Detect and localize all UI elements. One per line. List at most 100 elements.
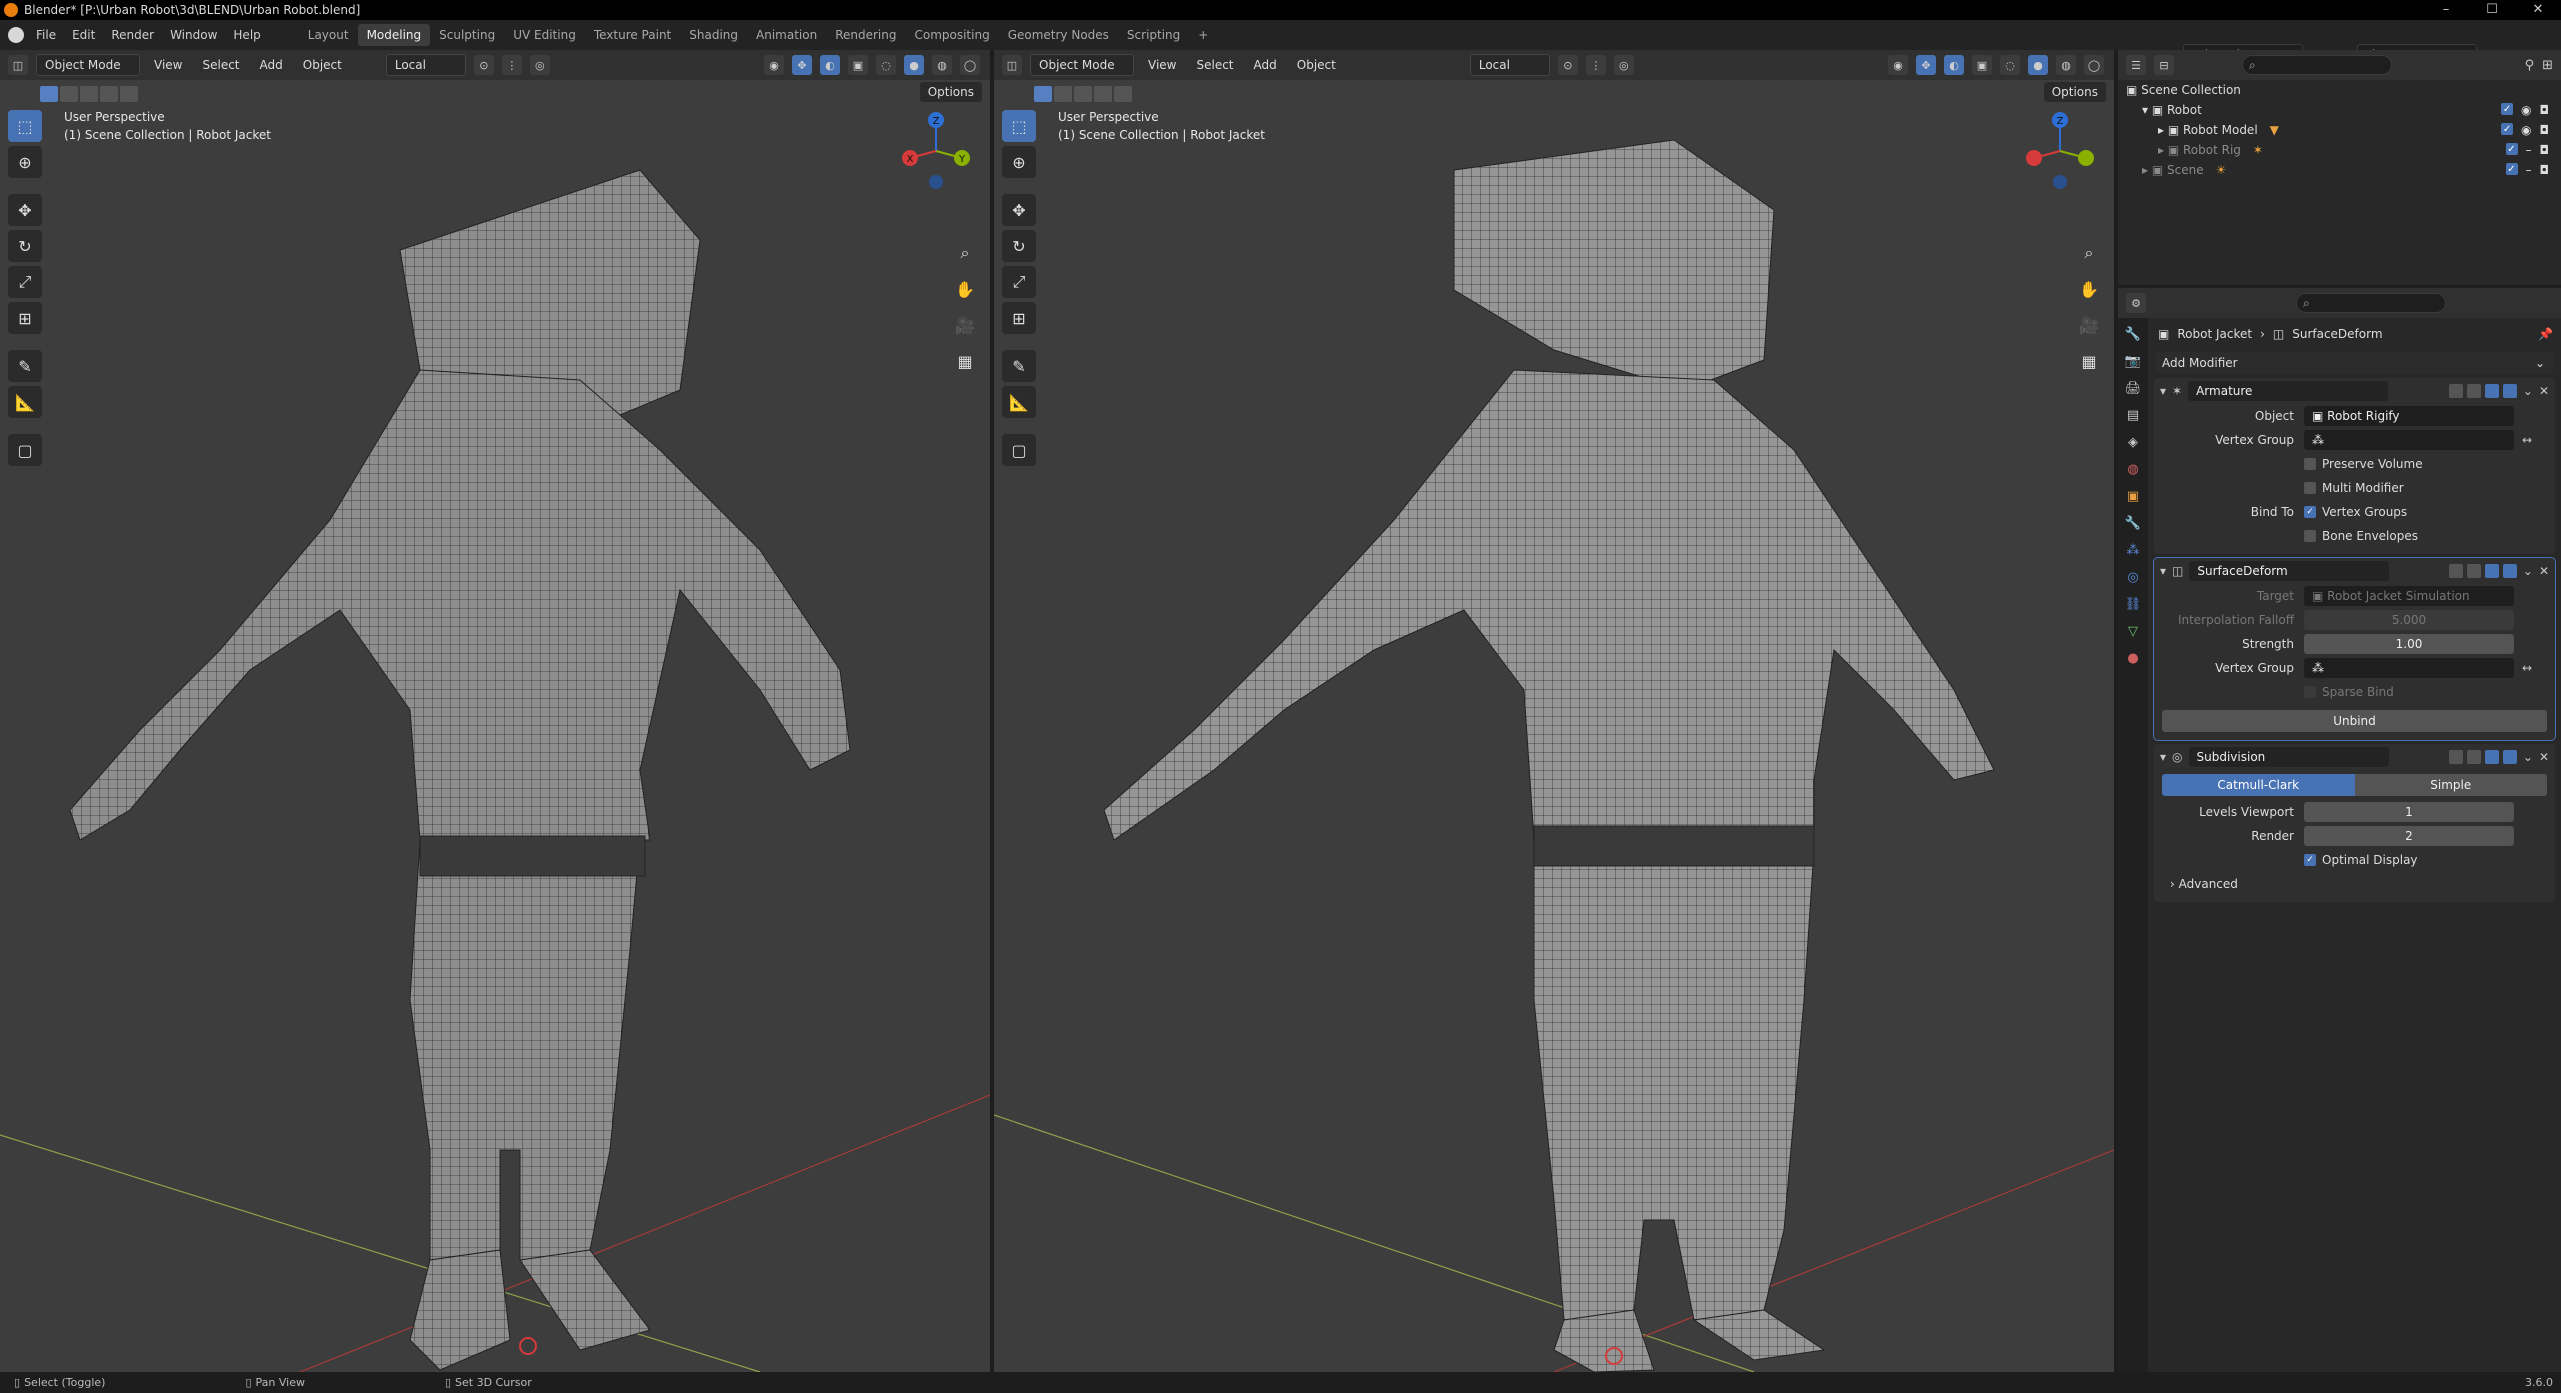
- wireframe-shading-icon[interactable]: ◌: [876, 55, 896, 75]
- expand-icon[interactable]: ▾: [2160, 564, 2166, 578]
- tab-shading[interactable]: Shading: [680, 24, 747, 46]
- new-collection-icon[interactable]: ⊞: [2542, 58, 2553, 73]
- vertex-groups-checkbox[interactable]: ✓ Vertex Groups: [2304, 505, 2407, 519]
- select-intersect-icon[interactable]: [120, 86, 138, 102]
- camera-icon[interactable]: ◘: [2540, 143, 2550, 157]
- viewport-3d-scene[interactable]: [0, 50, 990, 1372]
- xray-icon[interactable]: ▣: [1972, 55, 1992, 75]
- eye-icon[interactable]: ◉: [2521, 103, 2531, 117]
- object-field[interactable]: ▣ Robot Rigify: [2304, 406, 2514, 426]
- proportional-edit-icon[interactable]: ◎: [1613, 55, 1634, 75]
- xray-icon[interactable]: ▣: [848, 55, 868, 75]
- pin-icon[interactable]: 📌: [2538, 327, 2553, 341]
- expand-icon[interactable]: ▸: [2142, 163, 2152, 177]
- gizmo-toggle-icon[interactable]: ✥: [1916, 55, 1936, 75]
- scene-tab-icon[interactable]: ◈: [2124, 434, 2142, 452]
- maximize-icon[interactable]: ☐: [2469, 0, 2515, 20]
- world-tab-icon[interactable]: ◍: [2124, 461, 2142, 479]
- visibility-icon[interactable]: ◉: [1888, 55, 1908, 75]
- close-icon[interactable]: ✕: [2539, 564, 2549, 578]
- tab-compositing[interactable]: Compositing: [905, 24, 998, 46]
- edit-mode-icon[interactable]: [2466, 384, 2481, 398]
- exclude-checkbox[interactable]: ✓: [2505, 143, 2518, 155]
- minimize-icon[interactable]: –: [2423, 0, 2469, 20]
- catmull-clark-button[interactable]: Catmull-Clark: [2162, 774, 2355, 796]
- outliner-row[interactable]: ▸ ▣ Robot Rig ✶ ✓ – ◘: [2118, 140, 2561, 160]
- orientation-dropdown[interactable]: Local: [385, 54, 466, 76]
- material-shading-icon[interactable]: ◍: [2056, 55, 2076, 75]
- viewport-display-icon[interactable]: [2484, 384, 2499, 398]
- snap-icon[interactable]: ⋮: [1585, 55, 1606, 75]
- close-icon[interactable]: ✕: [2539, 384, 2549, 398]
- expand-icon[interactable]: ▸: [2158, 143, 2168, 157]
- render-tab-icon[interactable]: 📷: [2124, 353, 2142, 371]
- outliner-search-input[interactable]: ⌕: [2242, 55, 2392, 75]
- select-box-tool-icon[interactable]: ⬚: [1002, 110, 1036, 142]
- material-shading-icon[interactable]: ◍: [932, 55, 952, 75]
- on-cage-icon[interactable]: [2448, 750, 2463, 764]
- ortho-grid-icon[interactable]: ▦: [2074, 348, 2104, 374]
- expand-icon[interactable]: ▾: [2142, 103, 2152, 117]
- menu-file[interactable]: File: [28, 28, 64, 42]
- overlay-toggle-icon[interactable]: ◐: [1944, 55, 1964, 75]
- select-invert-icon[interactable]: [100, 86, 118, 102]
- chevron-down-icon[interactable]: ⌄: [2523, 564, 2533, 578]
- menu-view[interactable]: View: [148, 58, 188, 72]
- properties-editor-type-icon[interactable]: ⚙: [2126, 293, 2146, 313]
- zoom-icon[interactable]: ⌕: [2074, 240, 2104, 266]
- rotate-tool-icon[interactable]: ↻: [8, 230, 42, 262]
- pivot-icon[interactable]: ⊙: [1557, 55, 1578, 75]
- proportional-edit-icon[interactable]: ◎: [529, 55, 550, 75]
- tab-modeling[interactable]: Modeling: [357, 24, 431, 46]
- multi-modifier-checkbox[interactable]: Multi Modifier: [2304, 481, 2404, 495]
- render-display-icon[interactable]: [2502, 564, 2517, 578]
- on-cage-icon[interactable]: [2448, 564, 2463, 578]
- tool-tab-icon[interactable]: 🔧: [2124, 326, 2142, 344]
- add-workspace-button[interactable]: +: [1189, 24, 1217, 46]
- options-button[interactable]: Options: [2043, 82, 2106, 102]
- chevron-down-icon[interactable]: ⌄: [2523, 750, 2533, 764]
- close-icon[interactable]: ✕: [2515, 0, 2561, 20]
- physics-tab-icon[interactable]: ◎: [2124, 569, 2142, 587]
- outliner-row-scene-collection[interactable]: ▣ Scene Collection: [2118, 80, 2561, 100]
- chevron-down-icon[interactable]: ⌄: [2523, 384, 2533, 398]
- rotate-tool-icon[interactable]: ↻: [1002, 230, 1036, 262]
- viewport-right[interactable]: ◫ Object Mode View Select Add Object Loc…: [994, 50, 2114, 1372]
- gizmo-toggle-icon[interactable]: ✥: [792, 55, 812, 75]
- pivot-icon[interactable]: ⊙: [473, 55, 494, 75]
- advanced-subpanel[interactable]: › Advanced: [2154, 872, 2555, 896]
- exclude-checkbox[interactable]: ✓: [2501, 123, 2514, 135]
- tab-layout[interactable]: Layout: [299, 24, 358, 46]
- render-levels-field[interactable]: 2: [2304, 826, 2514, 846]
- navigation-gizmo[interactable]: Z Y X: [896, 106, 976, 200]
- outliner-editor-type-icon[interactable]: ☰: [2126, 55, 2146, 75]
- close-icon[interactable]: ✕: [2539, 750, 2549, 764]
- outliner-row[interactable]: ▸ ▣ Robot Model ▼ ✓ ◉ ◘: [2118, 120, 2561, 140]
- viewport-display-icon[interactable]: [2484, 564, 2499, 578]
- levels-viewport-field[interactable]: 1: [2304, 802, 2514, 822]
- blender-menu-icon[interactable]: [8, 27, 24, 43]
- camera-icon[interactable]: ◘: [2540, 163, 2550, 177]
- measure-tool-icon[interactable]: 📐: [1002, 386, 1036, 418]
- orientation-dropdown[interactable]: Local: [1469, 54, 1550, 76]
- transform-tool-icon[interactable]: ⊞: [8, 302, 42, 334]
- bone-envelopes-checkbox[interactable]: Bone Envelopes: [2304, 529, 2418, 543]
- strength-field[interactable]: 1.00: [2304, 634, 2514, 654]
- camera-icon[interactable]: ◘: [2540, 123, 2550, 137]
- add-cube-tool-icon[interactable]: ▢: [1002, 434, 1036, 466]
- exclude-checkbox[interactable]: ✓: [2501, 103, 2514, 115]
- viewport-3d-scene[interactable]: [994, 50, 2114, 1372]
- ortho-grid-icon[interactable]: ▦: [950, 348, 980, 374]
- preserve-volume-checkbox[interactable]: Preserve Volume: [2304, 457, 2423, 471]
- optimal-display-checkbox[interactable]: ✓ Optimal Display: [2304, 853, 2418, 867]
- options-button[interactable]: Options: [919, 82, 982, 102]
- falloff-field[interactable]: 5.000: [2304, 610, 2514, 630]
- properties-search-input[interactable]: ⌕: [2296, 293, 2446, 313]
- tab-animation[interactable]: Animation: [747, 24, 826, 46]
- vertex-group-field[interactable]: ⁂: [2304, 430, 2514, 450]
- modifier-name-field[interactable]: Armature: [2188, 381, 2389, 401]
- target-field[interactable]: ▣ Robot Jacket Simulation: [2304, 586, 2514, 606]
- viewport-display-icon[interactable]: [2484, 750, 2499, 764]
- eye-icon[interactable]: ◉: [2521, 123, 2531, 137]
- vertex-group-field[interactable]: ⁂: [2304, 658, 2514, 678]
